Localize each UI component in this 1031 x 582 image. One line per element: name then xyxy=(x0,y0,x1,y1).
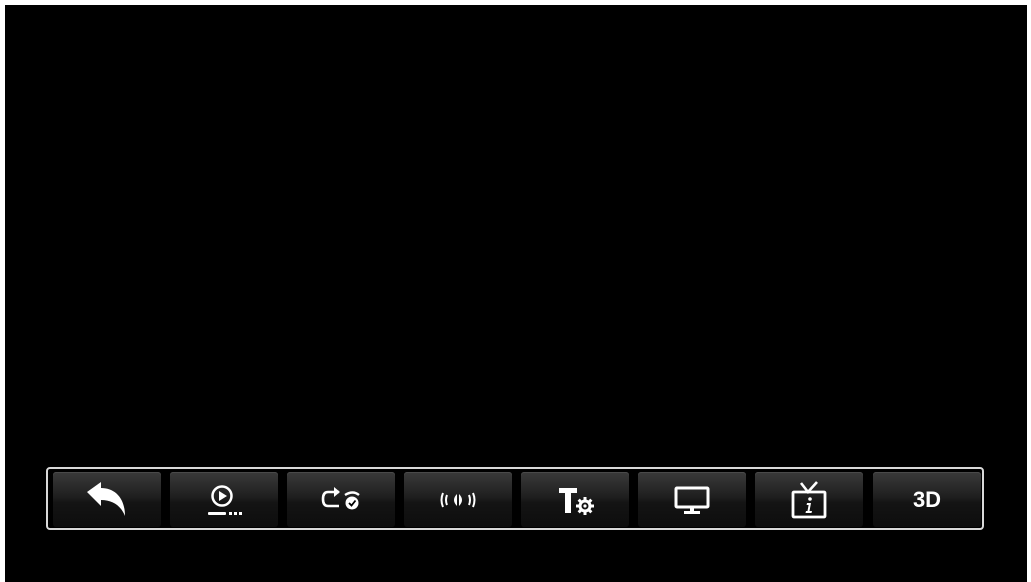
playback-toolbar: 3D xyxy=(46,467,984,530)
play-progress-icon xyxy=(208,484,242,515)
3d-button[interactable]: 3D xyxy=(873,472,981,527)
audio-button[interactable] xyxy=(404,472,512,527)
play-mode-button[interactable] xyxy=(170,472,278,527)
repeat-button[interactable] xyxy=(287,472,395,527)
back-arrow-icon xyxy=(87,481,125,516)
subtitle-settings-button[interactable] xyxy=(521,472,629,527)
back-button[interactable] xyxy=(53,472,161,527)
subtitle-settings-icon xyxy=(559,487,594,515)
tv-info-icon xyxy=(791,480,827,518)
3d-icon: 3D xyxy=(912,486,942,512)
info-button[interactable] xyxy=(755,472,863,527)
repeat-icon xyxy=(321,486,360,509)
display-button[interactable] xyxy=(638,472,746,527)
monitor-icon xyxy=(674,486,710,514)
audio-surround-icon xyxy=(440,492,476,507)
